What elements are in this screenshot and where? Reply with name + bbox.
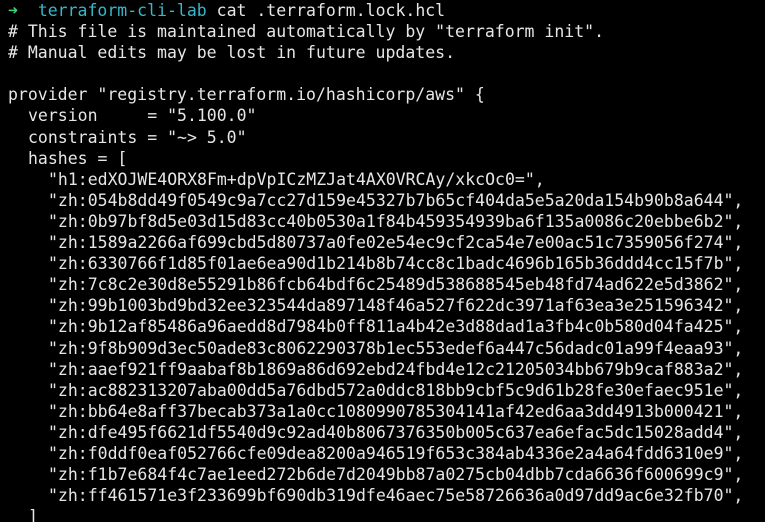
hash-line: "zh:99b1003bd9bd32ee323544da897148f46a52… (48, 296, 744, 316)
hash-line: "zh:9f8b909d3ec50ade83c8062290378b1ec553… (48, 338, 744, 358)
hashes-close-line: ] (28, 507, 38, 522)
hash-line: "zh:bb64e8aff37becab373a1a0cc10809907853… (48, 401, 744, 421)
version-line: version = "5.100.0" (28, 106, 257, 126)
hash-line: "zh:aaef921ff9aabaf8b1869a86d692ebd24fbd… (48, 359, 744, 379)
hash-line: "zh:9b12af85486a96aedd8d7984b0ff811a4b42… (48, 317, 744, 337)
hash-line: "zh:0b97bf8d5e03d15d83cc40b0530a1f84b459… (48, 211, 744, 231)
prompt-line: ➜ terraform-cli-lab cat .terraform.lock.… (8, 0, 765, 21)
constraints-line: constraints = "~> 5.0" (28, 127, 247, 147)
hashes-open-line: hashes = [ (28, 148, 128, 168)
provider-open-line: provider "registry.terraform.io/hashicor… (8, 85, 485, 105)
comment-line: # This file is maintained automatically … (8, 22, 605, 42)
terminal-window[interactable]: ➜ terraform-cli-lab cat .terraform.lock.… (0, 0, 765, 522)
hash-line: "zh:ff461571e3f233699bf690db319dfe46aec7… (48, 486, 744, 506)
prompt-directory: terraform-cli-lab (37, 1, 207, 20)
hash-line: "zh:dfe495f6621df5540d9c92ad40b806737635… (48, 422, 744, 442)
comment-line: # Manual edits may be lost in future upd… (8, 43, 456, 63)
hash-line: "zh:ac882313207aba00dd5a76dbd572a0ddc818… (48, 380, 744, 400)
hash-line: "zh:054b8dd49f0549c9a7cc27d159e45327b7b6… (48, 190, 744, 210)
hash-line: "zh:1589a2266af699cbd5d80737a0fe02e54ec9… (48, 233, 744, 253)
prompt-arrow-icon: ➜ (8, 1, 18, 20)
hash-line: "zh:f0ddf0eaf052766cfe09dea8200a946519f6… (48, 443, 744, 463)
hash-line: "zh:6330766f1d85f01ae6ea90d1b214b8b74cc8… (48, 254, 744, 274)
hash-list: "h1:edXOJWE4ORX8Fm+dpVpICzMZJat4AX0VRCAy… (8, 169, 765, 507)
command-text: cat .terraform.lock.hcl (216, 1, 446, 20)
hash-line: "zh:7c8c2e30d8e55291b86fcb64bdf6c25489d5… (48, 275, 744, 295)
hash-line: "zh:f1b7e684f4c7ae1eed272b6de7d2049bb87a… (48, 465, 744, 485)
hash-line: "h1:edXOJWE4ORX8Fm+dpVpICzMZJat4AX0VRCAy… (48, 169, 545, 189)
